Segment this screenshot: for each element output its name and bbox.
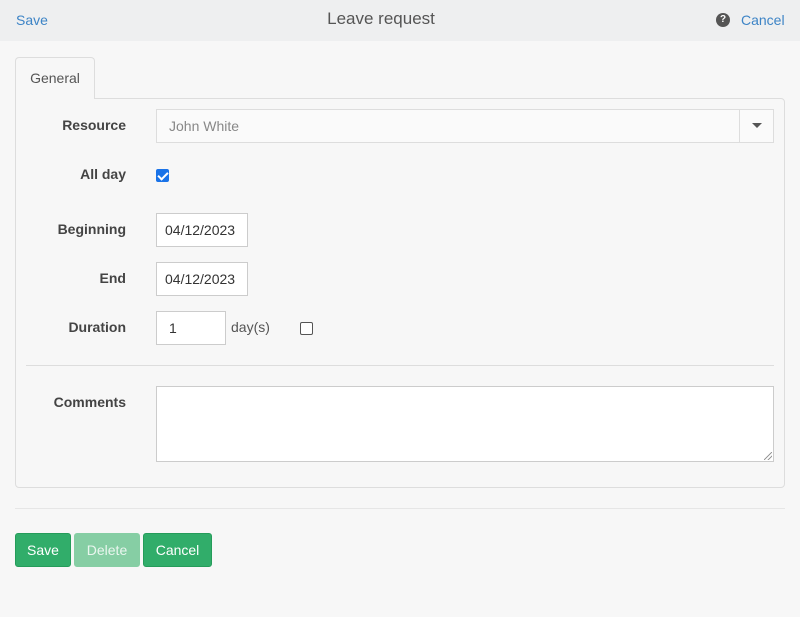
footer-divider	[15, 508, 785, 509]
beginning-label: Beginning	[57, 221, 126, 237]
delete-button[interactable]: Delete	[74, 533, 140, 567]
duration-label: Duration	[68, 319, 126, 335]
top-bar: Save Leave request ? Cancel	[0, 0, 800, 41]
resource-select-value: John White	[169, 118, 240, 134]
save-button[interactable]: Save	[15, 533, 71, 567]
resource-label: Resource	[62, 117, 126, 133]
end-label: End	[99, 270, 126, 286]
end-date-input[interactable]: 04/12/2023	[156, 262, 248, 296]
duration-unit: day(s)	[231, 319, 270, 335]
cancel-button[interactable]: Cancel	[143, 533, 212, 567]
all-day-checkbox[interactable]	[156, 169, 169, 182]
duration-checkbox[interactable]	[300, 322, 313, 335]
comments-label: Comments	[53, 394, 126, 410]
beginning-date-input[interactable]: 04/12/2023	[156, 213, 248, 247]
page-title: Leave request	[327, 9, 435, 28]
tab-general[interactable]: General	[15, 57, 95, 99]
all-day-label: All day	[80, 166, 126, 182]
form-divider	[26, 365, 774, 366]
resource-select[interactable]: John White	[156, 109, 774, 143]
top-cancel-link[interactable]: Cancel	[741, 12, 785, 28]
duration-input[interactable]: 1	[156, 311, 226, 345]
resize-grip-icon[interactable]	[764, 452, 772, 460]
chevron-down-icon[interactable]	[739, 110, 773, 142]
help-icon[interactable]: ?	[716, 13, 730, 27]
comments-textarea[interactable]	[156, 386, 774, 462]
